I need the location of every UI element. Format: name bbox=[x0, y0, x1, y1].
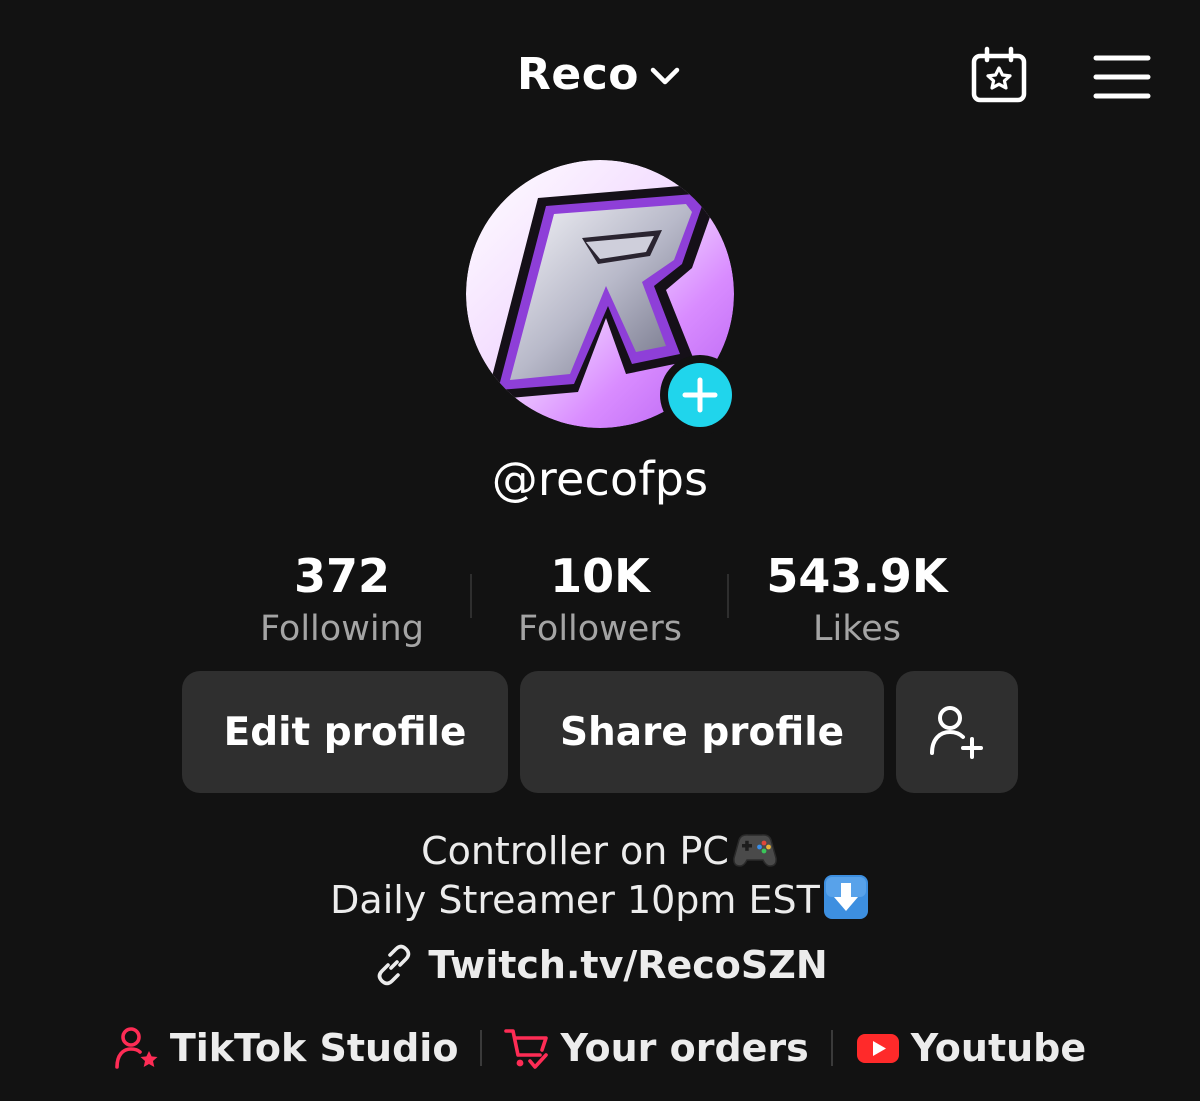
edit-profile-label: Edit profile bbox=[223, 709, 467, 755]
likes-count: 543.9K bbox=[766, 549, 948, 603]
likes-label: Likes bbox=[812, 609, 901, 649]
add-avatar-button[interactable] bbox=[660, 355, 740, 435]
shortcut-youtube[interactable]: Youtube bbox=[855, 1025, 1086, 1071]
followers-count: 10K bbox=[550, 549, 650, 603]
shortcut-your-orders-label: Your orders bbox=[560, 1026, 809, 1070]
stat-followers[interactable]: 10K Followers bbox=[470, 548, 730, 654]
share-profile-label: Share profile bbox=[559, 709, 845, 755]
add-friend-icon bbox=[930, 706, 983, 759]
bio-line-1: Controller on PC bbox=[0, 826, 1200, 874]
cart-icon bbox=[504, 1029, 549, 1069]
add-friend-button[interactable] bbox=[896, 671, 1018, 793]
down-arrow-icon bbox=[823, 875, 868, 919]
stat-likes[interactable]: 543.9K Likes bbox=[727, 548, 987, 654]
shortcut-youtube-label: Youtube bbox=[910, 1026, 1087, 1070]
game-controller-icon bbox=[733, 834, 777, 867]
shortcuts-bar: TikTok Studio Your orders Youtube bbox=[0, 1020, 1200, 1076]
shortcut-tiktok-studio-label: TikTok Studio bbox=[169, 1026, 459, 1070]
bio-text-2: Daily Streamer 10pm EST bbox=[330, 878, 820, 922]
plus-icon bbox=[682, 377, 718, 413]
following-label: Following bbox=[260, 609, 424, 649]
followers-label: Followers bbox=[518, 609, 682, 649]
profile-handle: @recofps bbox=[491, 452, 709, 506]
chevron-down-icon bbox=[650, 67, 680, 85]
link-text: Twitch.tv/RecoSZN bbox=[428, 943, 828, 987]
youtube-icon bbox=[856, 1034, 899, 1063]
share-profile-button[interactable]: Share profile bbox=[520, 671, 884, 793]
calendar-star-icon[interactable] bbox=[966, 44, 1032, 110]
shortcut-divider bbox=[480, 1030, 483, 1066]
bio-text-1: Controller on PC bbox=[421, 829, 729, 873]
shortcut-your-orders[interactable]: Your orders bbox=[504, 1025, 809, 1071]
shortcut-divider bbox=[830, 1030, 833, 1066]
shortcut-tiktok-studio[interactable]: TikTok Studio bbox=[114, 1025, 459, 1071]
link-icon bbox=[378, 944, 411, 986]
person-star-icon bbox=[115, 1027, 158, 1069]
account-name: Reco bbox=[516, 48, 640, 100]
bio-line-2: Daily Streamer 10pm EST bbox=[0, 873, 1200, 923]
profile-link[interactable]: Twitch.tv/RecoSZN bbox=[0, 938, 1200, 992]
following-count: 372 bbox=[293, 549, 391, 603]
hamburger-menu-icon[interactable] bbox=[1090, 50, 1154, 104]
stat-following[interactable]: 372 Following bbox=[212, 548, 472, 654]
edit-profile-button[interactable]: Edit profile bbox=[182, 671, 508, 793]
